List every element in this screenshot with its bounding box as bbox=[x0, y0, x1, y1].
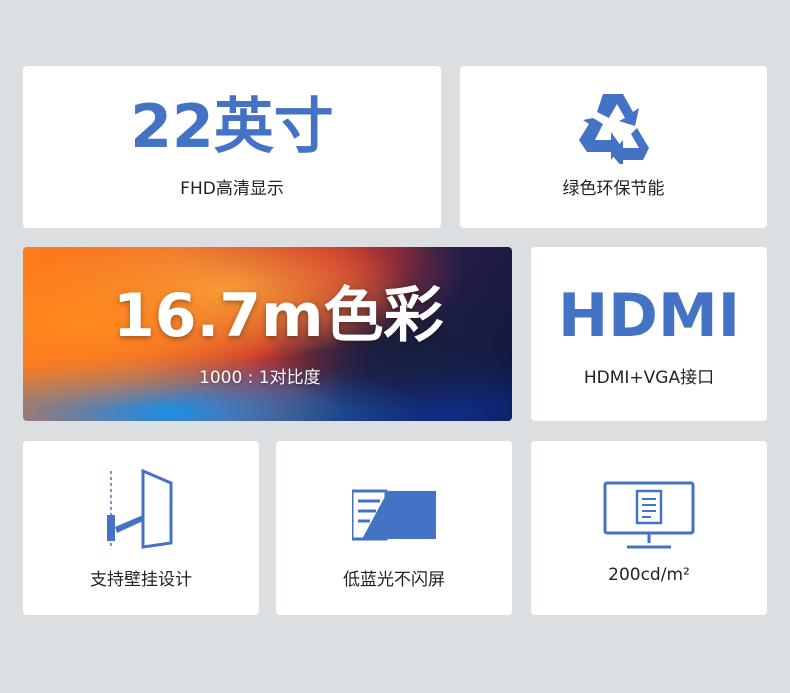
feature-card-size: 22英寸 FHD高清显示 bbox=[23, 66, 441, 228]
low-blue-light-icon bbox=[352, 489, 436, 541]
hdmi-caption: HDMI+VGA接口 bbox=[583, 368, 715, 388]
color-caption: 1000 : 1对比度 bbox=[199, 368, 321, 388]
eco-caption: 绿色环保节能 bbox=[562, 179, 665, 199]
size-caption: FHD高清显示 bbox=[180, 179, 284, 199]
feature-card-color: 16.7m色彩 1000 : 1对比度 bbox=[23, 247, 512, 421]
brightness-caption: 200cd/m² bbox=[608, 565, 690, 585]
feature-card-wall: 支持壁挂设计 bbox=[23, 441, 259, 615]
feature-card-bluelight: 低蓝光不闪屏 bbox=[276, 441, 512, 615]
wall-caption: 支持壁挂设计 bbox=[90, 570, 192, 590]
wall-mount-icon bbox=[107, 469, 173, 549]
bluelight-caption: 低蓝光不闪屏 bbox=[343, 570, 445, 590]
recycle-icon bbox=[579, 94, 649, 164]
hdmi-headline: HDMI bbox=[557, 281, 741, 351]
size-headline: 22英寸 bbox=[130, 92, 334, 162]
feature-card-hdmi: HDMI HDMI+VGA接口 bbox=[531, 247, 767, 421]
feature-card-eco: 绿色环保节能 bbox=[460, 66, 767, 228]
feature-card-brightness: 200cd/m² bbox=[531, 441, 767, 615]
color-headline: 16.7m色彩 bbox=[113, 281, 444, 351]
monitor-document-icon bbox=[603, 481, 695, 549]
